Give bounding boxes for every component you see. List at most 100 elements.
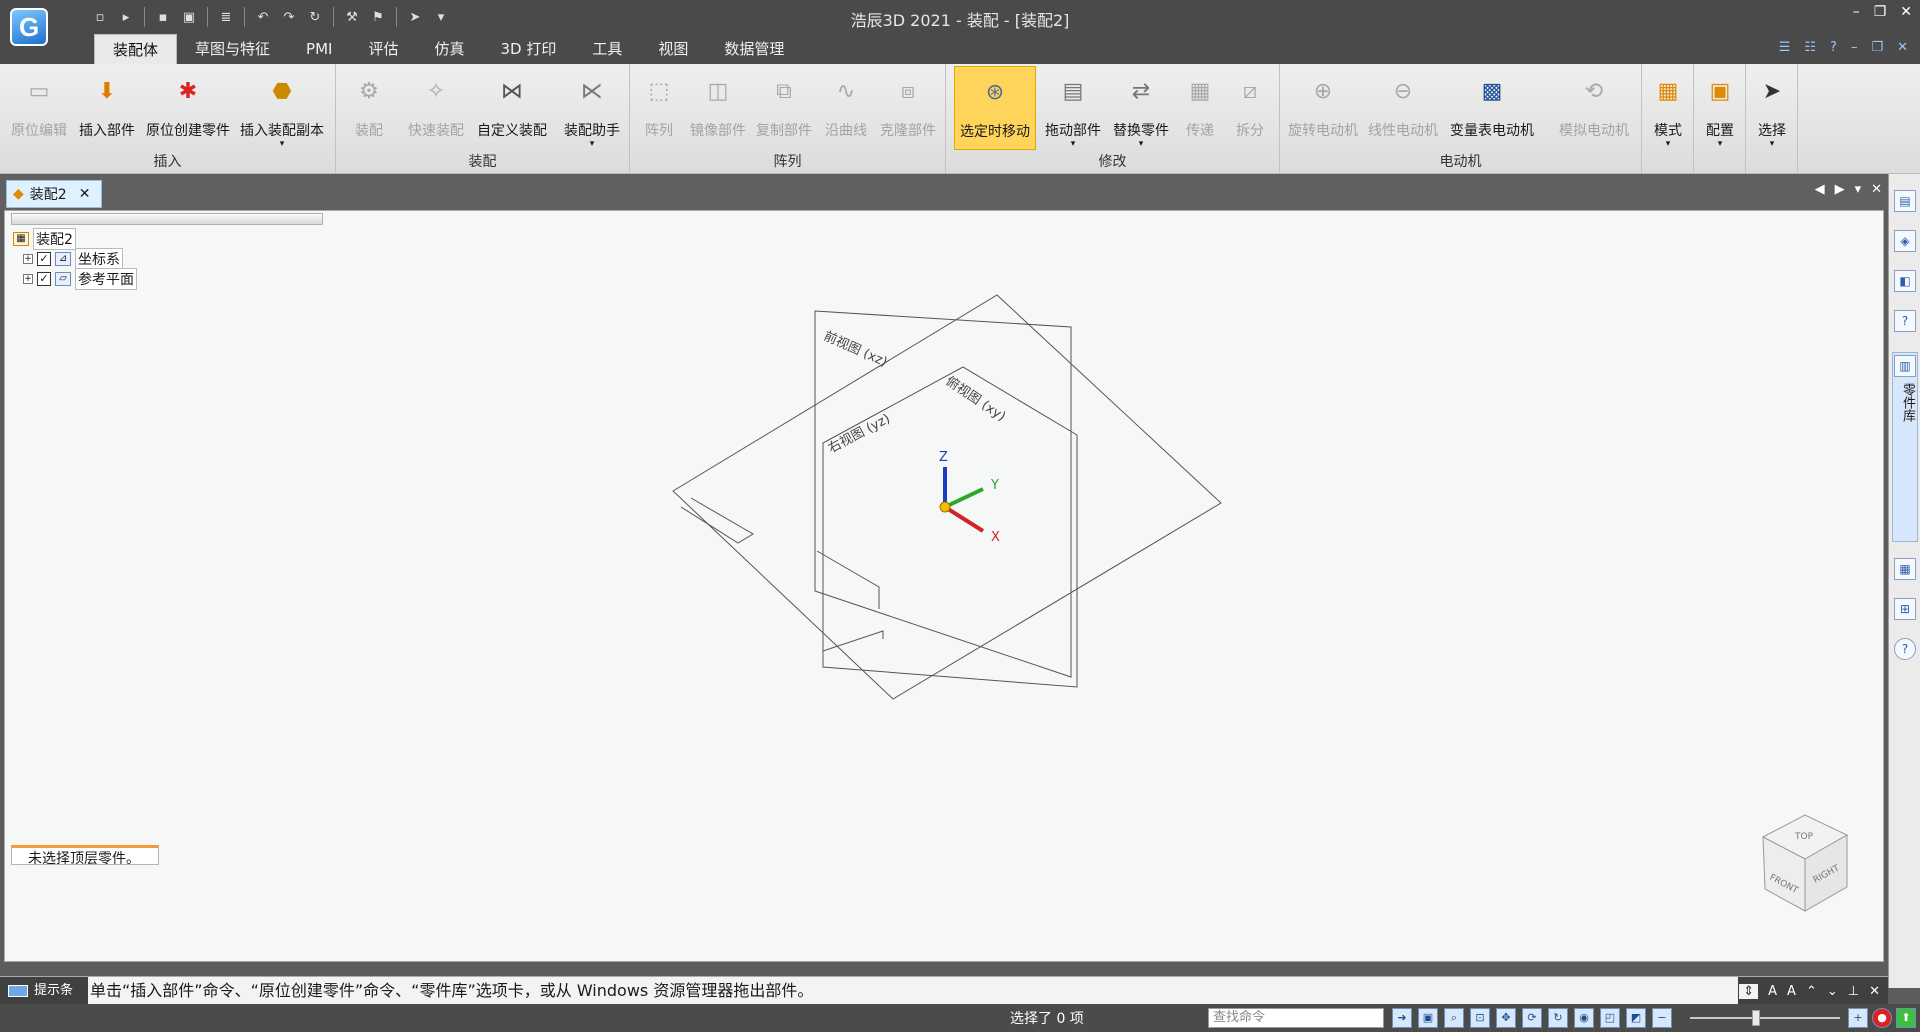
zoom-slider-knob[interactable] [1752,1010,1760,1026]
help-icon[interactable]: ? [1830,40,1837,55]
expand-icon[interactable]: + [23,254,33,264]
assembly-helper-button[interactable]: ⋉ 装配助手 ▾ [558,66,626,150]
visibility-checkbox[interactable]: ✓ [37,252,51,266]
top-plane-tab [680,497,754,544]
restore-button[interactable]: ❐ [1874,4,1887,20]
ribbon-minimize-icon[interactable]: – [1851,40,1858,55]
tab-assembly[interactable]: 装配体 [94,34,178,64]
transfer-button[interactable]: ▦ 传递 [1176,66,1224,150]
view-cube[interactable]: TOP FRONT RIGHT [1761,814,1849,912]
mirror-part-button[interactable]: ◫ 镜像部件 [686,66,750,150]
layout2-icon[interactable]: ☷ [1804,40,1816,55]
palette-icon[interactable]: ▦ [1894,558,1916,580]
clone-part-button[interactable]: ⧈ 克隆部件 [876,66,940,150]
zoom-in-icon[interactable]: + [1848,1008,1868,1028]
arrow-icon[interactable]: ➜ [1392,1008,1412,1028]
help-circle-icon[interactable]: ? [1894,638,1916,660]
upload-icon[interactable]: ⬆ [1896,1008,1916,1028]
scroll-right-icon[interactable]: ▶ [1835,182,1845,197]
svg-text:TOP: TOP [1794,832,1814,842]
expand-icon[interactable]: ⌄ [1827,984,1838,999]
copy-part-button[interactable]: ⧉ 复制部件 [752,66,816,150]
zoom-slider[interactable] [1690,1017,1840,1019]
graphics-viewport[interactable]: 前视图 (xz) 俯视图 (xy) 右视图 (yz) Z Y X TOP FRO… [4,210,1884,962]
tab-evaluate[interactable]: 评估 [350,34,416,64]
views-icon[interactable]: ◰ [1600,1008,1620,1028]
right-plane [822,366,1078,688]
tree-pane-grip[interactable] [11,213,323,225]
font-size-icon[interactable]: A [1768,984,1777,999]
group-pattern: ⬚ 阵列 ◫ 镜像部件 ⧉ 复制部件 ∿ 沿曲线 ⧈ 克隆部件 阵列 [630,64,946,174]
color-icon[interactable]: ◧ [1894,270,1916,292]
split-button[interactable]: ⧄ 拆分 [1226,66,1274,150]
tab-data-management[interactable]: 数据管理 [706,34,802,64]
record-icon[interactable]: ● [1872,1008,1892,1028]
simulate-motor-button[interactable]: ⟲ 模拟电动机 [1552,66,1636,150]
tree-root[interactable]: ▦ 装配2 [13,228,137,250]
group-mode: ▦ 模式 ▾ [1642,64,1694,174]
pattern-button[interactable]: ⬚ 阵列 [634,66,684,150]
move-on-select-button[interactable]: ⊛ 选定时移动 [954,66,1036,150]
close-prompt-icon[interactable]: ✕ [1869,984,1880,999]
rotary-motor-button[interactable]: ⊕ 旋转电动机 [1284,66,1362,150]
question-icon[interactable]: ? [1894,310,1916,332]
tab-tools[interactable]: 工具 [574,34,640,64]
spin-icon[interactable]: ↻ [1548,1008,1568,1028]
chevron-down-icon: ▾ [589,139,595,149]
rotate-icon[interactable]: ⟳ [1522,1008,1542,1028]
tab-simulation[interactable]: 仿真 [416,34,482,64]
tab-pmi[interactable]: PMI [288,34,350,64]
pan-icon[interactable]: ✥ [1496,1008,1516,1028]
ribbon-restore-icon[interactable]: ❐ [1871,40,1883,55]
mode-button[interactable]: ▦ 模式 ▾ [1646,66,1690,150]
scroll-arrows-icon[interactable]: ⇕ [1739,983,1759,999]
group-select: ➤ 选择 ▾ [1746,64,1798,174]
minimize-button[interactable]: – [1853,4,1860,20]
zoom-area-icon[interactable]: ⊡ [1470,1008,1490,1028]
insert-part-icon: ⬇ [97,78,117,104]
along-curve-button[interactable]: ∿ 沿曲线 [818,66,874,150]
visibility-checkbox[interactable]: ✓ [37,272,51,286]
create-in-place-button[interactable]: ✱ 原位创建零件 [142,66,234,150]
section-icon[interactable]: ◩ [1626,1008,1646,1028]
look-at-icon[interactable]: ◉ [1574,1008,1594,1028]
linear-motor-button[interactable]: ⊖ 线性电动机 [1364,66,1442,150]
insert-part-button[interactable]: ⬇ 插入部件 [74,66,140,150]
fit-icon[interactable]: ▣ [1418,1008,1438,1028]
pin-icon[interactable]: ⊥ [1848,984,1859,999]
zoom-icon[interactable]: ⌕ [1444,1008,1464,1028]
config-button[interactable]: ▣ 配置 ▾ [1698,66,1742,150]
assemble-button[interactable]: ⚙ 装配 [340,66,398,150]
close-icon[interactable]: ✕ [79,186,91,202]
close-button[interactable]: ✕ [1900,4,1912,20]
quick-assemble-button[interactable]: ✧ 快速装配 [404,66,468,150]
tab-3d-print[interactable]: 3D 打印 [482,34,574,64]
app-logo[interactable]: G [10,8,48,46]
tree-item-coordinate-system[interactable]: + ✓ ⊿ 坐标系 [13,248,137,270]
layout-icon[interactable]: ☰ [1779,40,1791,55]
ribbon-close-icon[interactable]: ✕ [1897,40,1908,55]
layer-icon[interactable]: ▤ [1894,190,1916,212]
close-doc-icon[interactable]: ✕ [1871,182,1882,197]
expand-icon[interactable]: + [23,274,33,284]
grid-icon[interactable]: ⊞ [1894,598,1916,620]
tab-sketch-features[interactable]: 草图与特征 [177,34,288,64]
tree-item-reference-planes[interactable]: + ✓ ▱ 参考平面 [13,268,137,290]
scroll-left-icon[interactable]: ◀ [1815,182,1825,197]
font-size-small-icon[interactable]: A [1787,984,1796,999]
drag-part-button[interactable]: ▤ 拖动部件 ▾ [1040,66,1106,150]
tab-view[interactable]: 视图 [640,34,706,64]
select-button[interactable]: ➤ 选择 ▾ [1750,66,1794,150]
command-search-input[interactable]: 查找命令 [1208,1008,1384,1028]
replace-part-button[interactable]: ⇄ 替换零件 ▾ [1108,66,1174,150]
zoom-out-icon[interactable]: − [1652,1008,1672,1028]
in-place-edit-button[interactable]: ▭ 原位编辑 [6,66,72,150]
part-library-tab[interactable]: ▥ 零件库 [1892,352,1918,542]
variable-table-motor-button[interactable]: ▩ 变量表电动机 [1444,66,1540,150]
document-tab[interactable]: ◆ 装配2 ✕ [6,180,102,208]
custom-assemble-button[interactable]: ⋈ 自定义装配 [472,66,552,150]
render-icon[interactable]: ◈ [1894,230,1916,252]
insert-copy-button[interactable]: ⬣ 插入装配副本 ▾ [236,66,328,150]
list-icon[interactable]: ▾ [1855,182,1862,197]
collapse-icon[interactable]: ⌃ [1806,984,1817,999]
